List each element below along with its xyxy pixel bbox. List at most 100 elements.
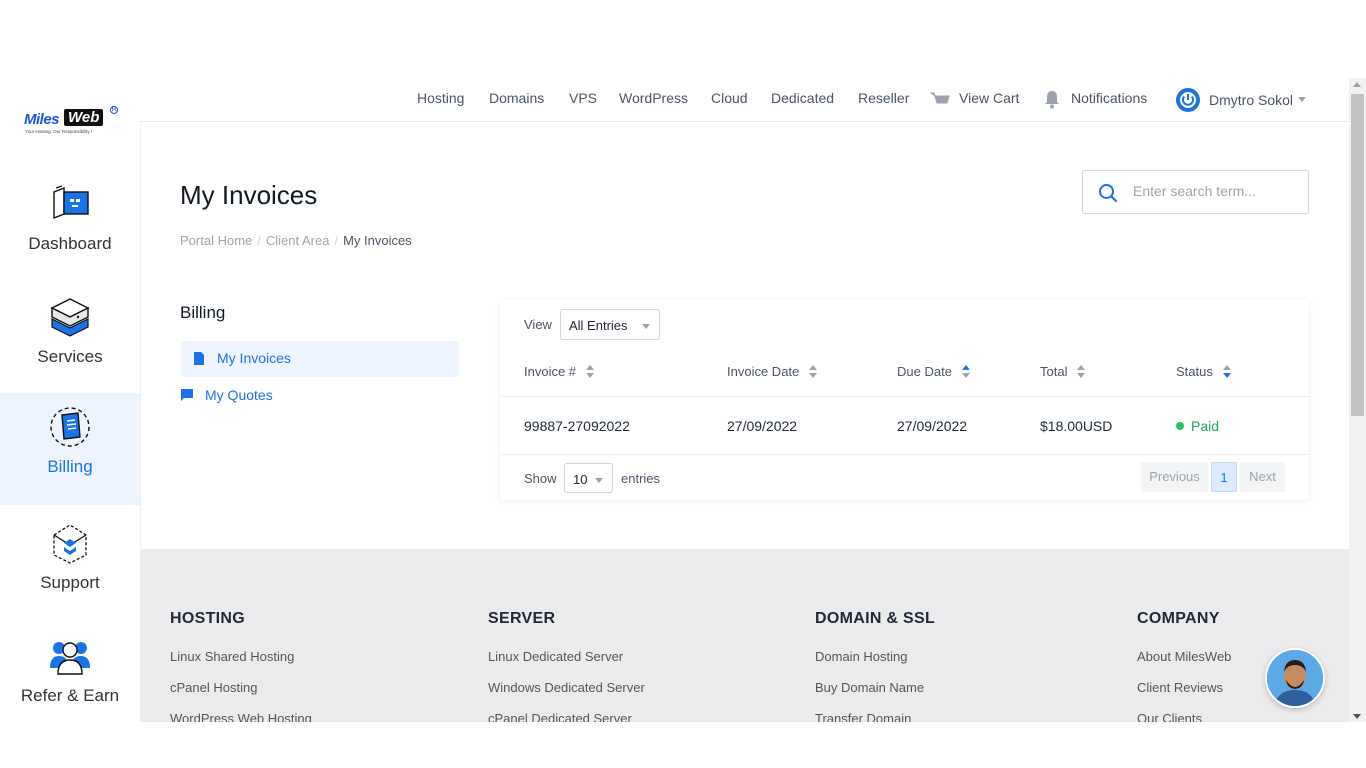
sidebar-item-support[interactable]: Support bbox=[0, 509, 140, 621]
footer-link[interactable]: Client Reviews bbox=[1137, 680, 1223, 695]
footer-heading-server: SERVER bbox=[488, 610, 556, 627]
logo-tagline: Your Hosting, Our Responsibility ! bbox=[25, 129, 93, 134]
footer-link[interactable]: Our Clients bbox=[1137, 711, 1202, 722]
scroll-up-arrow-icon[interactable] bbox=[1353, 82, 1361, 87]
view-cart-link[interactable]: View Cart bbox=[959, 90, 1019, 106]
scroll-down-arrow-icon[interactable] bbox=[1353, 714, 1361, 719]
footer-heading-company: COMPANY bbox=[1137, 610, 1220, 627]
billing-icon bbox=[50, 407, 90, 447]
registered-mark-icon: R bbox=[110, 106, 118, 114]
status-badge: Paid bbox=[1176, 418, 1219, 434]
nav-link-vps[interactable]: VPS bbox=[569, 90, 597, 106]
dashboard-icon bbox=[53, 185, 89, 220]
show-entries-label: Show bbox=[524, 471, 557, 486]
view-filter-label: View bbox=[524, 317, 552, 332]
scrollbar-thumb[interactable] bbox=[1351, 94, 1364, 416]
footer-link[interactable]: Buy Domain Name bbox=[815, 680, 924, 695]
column-header-label: Status bbox=[1176, 364, 1213, 379]
cell-due-date: 27/09/2022 bbox=[897, 418, 968, 434]
document-icon bbox=[194, 352, 204, 365]
logo-text-web: Web bbox=[64, 109, 104, 126]
column-header-label: Invoice Date bbox=[727, 364, 800, 379]
sidebar-item-dashboard[interactable]: Dashboard bbox=[0, 170, 140, 282]
sort-icon bbox=[961, 364, 970, 379]
chevron-down-icon bbox=[595, 478, 603, 483]
column-header-label: Due Date bbox=[897, 364, 952, 379]
user-menu-button[interactable]: Dmytro Sokol bbox=[1209, 92, 1293, 108]
services-icon bbox=[50, 298, 90, 337]
pagination-previous-button[interactable]: Previous bbox=[1141, 462, 1208, 492]
flag-icon bbox=[181, 389, 193, 401]
cell-invoice-date: 27/09/2022 bbox=[727, 418, 798, 434]
live-chat-avatar[interactable] bbox=[1265, 648, 1325, 708]
billing-menu-label: My Invoices bbox=[217, 350, 291, 366]
billing-menu-my-invoices[interactable]: My Invoices bbox=[181, 341, 459, 377]
logo-text-miles: Miles bbox=[24, 111, 60, 128]
sidebar-item-billing[interactable]: Billing bbox=[0, 393, 140, 505]
pagination-page-1[interactable]: 1 bbox=[1211, 462, 1237, 492]
breadcrumb-client-area[interactable]: Client Area bbox=[266, 233, 330, 248]
view-filter-select[interactable]: All Entries bbox=[560, 309, 660, 340]
footer-heading-domain-ssl: DOMAIN & SSL bbox=[815, 610, 936, 627]
search-input[interactable] bbox=[1133, 183, 1298, 199]
footer-link[interactable]: Windows Dedicated Server bbox=[488, 680, 645, 695]
footer: HOSTING Linux Shared Hosting cPanel Host… bbox=[140, 549, 1349, 722]
cart-icon bbox=[930, 92, 950, 104]
entries-per-page-value: 10 bbox=[573, 472, 588, 487]
sidebar-item-label: Dashboard bbox=[28, 234, 112, 253]
footer-link[interactable]: cPanel Hosting bbox=[170, 680, 257, 695]
footer-link[interactable]: Linux Shared Hosting bbox=[170, 649, 294, 664]
refer-earn-icon bbox=[50, 642, 90, 675]
milesweb-logo[interactable]: Miles Web R Your Hosting, Our Responsibi… bbox=[24, 106, 118, 138]
sidebar-item-refer-earn[interactable]: Refer & Earn bbox=[0, 622, 140, 722]
chevron-down-icon bbox=[1298, 97, 1306, 102]
chevron-down-icon bbox=[642, 324, 650, 329]
support-agent-icon bbox=[1267, 650, 1323, 706]
status-text: Paid bbox=[1191, 418, 1220, 434]
nav-link-domains[interactable]: Domains bbox=[489, 90, 544, 106]
nav-link-wordpress[interactable]: WordPress bbox=[619, 90, 688, 106]
pagination-next-button[interactable]: Next bbox=[1240, 462, 1285, 492]
sort-icon bbox=[1222, 364, 1231, 379]
nav-link-reseller[interactable]: Reseller bbox=[858, 90, 909, 106]
notifications-link[interactable]: Notifications bbox=[1071, 90, 1147, 106]
footer-link[interactable]: Transfer Domain bbox=[815, 711, 911, 722]
nav-link-hosting[interactable]: Hosting bbox=[417, 90, 464, 106]
page-title: My Invoices bbox=[180, 180, 318, 210]
top-navigation: Hosting Domains VPS WordPress Cloud Dedi… bbox=[140, 78, 1349, 122]
power-icon bbox=[1176, 88, 1200, 112]
billing-menu-label: My Quotes bbox=[205, 387, 273, 403]
cell-invoice-number: 99887-27092022 bbox=[524, 418, 630, 434]
sidebar-item-label: Support bbox=[40, 573, 100, 592]
column-header-status[interactable]: Status bbox=[1176, 364, 1231, 380]
invoices-table-card: View All Entries Invoice # Invoice Date … bbox=[500, 300, 1309, 500]
footer-link[interactable]: WordPress Web Hosting bbox=[170, 711, 312, 722]
sidebar-item-label: Refer & Earn bbox=[20, 686, 120, 705]
divider bbox=[500, 454, 1309, 455]
sort-icon bbox=[1077, 364, 1086, 379]
sidebar: Miles Web R Your Hosting, Our Responsibi… bbox=[0, 78, 140, 722]
footer-link[interactable]: Linux Dedicated Server bbox=[488, 649, 623, 664]
column-header-invoice-number[interactable]: Invoice # bbox=[524, 364, 595, 380]
footer-link[interactable]: About MilesWeb bbox=[1137, 649, 1231, 664]
column-header-invoice-date[interactable]: Invoice Date bbox=[727, 364, 818, 380]
column-header-label: Total bbox=[1040, 364, 1068, 379]
sort-icon bbox=[809, 364, 818, 379]
column-header-label: Invoice # bbox=[524, 364, 577, 379]
breadcrumb-portal-home[interactable]: Portal Home bbox=[180, 233, 252, 248]
sidebar-item-services[interactable]: Services bbox=[0, 283, 140, 395]
column-header-due-date[interactable]: Due Date bbox=[897, 364, 970, 380]
billing-menu-my-quotes[interactable]: My Quotes bbox=[181, 378, 459, 414]
footer-link[interactable]: cPanel Dedicated Server bbox=[488, 711, 632, 722]
search-icon[interactable] bbox=[1098, 183, 1118, 203]
billing-menu-heading: Billing bbox=[180, 303, 226, 322]
nav-link-dedicated[interactable]: Dedicated bbox=[771, 90, 834, 106]
sort-icon bbox=[586, 364, 595, 379]
sidebar-item-label: Services bbox=[37, 347, 103, 366]
entries-per-page-select[interactable]: 10 bbox=[564, 463, 613, 493]
footer-link[interactable]: Domain Hosting bbox=[815, 649, 908, 664]
support-icon bbox=[53, 524, 87, 564]
divider bbox=[500, 396, 1309, 397]
nav-link-cloud[interactable]: Cloud bbox=[711, 90, 748, 106]
column-header-total[interactable]: Total bbox=[1040, 364, 1086, 380]
